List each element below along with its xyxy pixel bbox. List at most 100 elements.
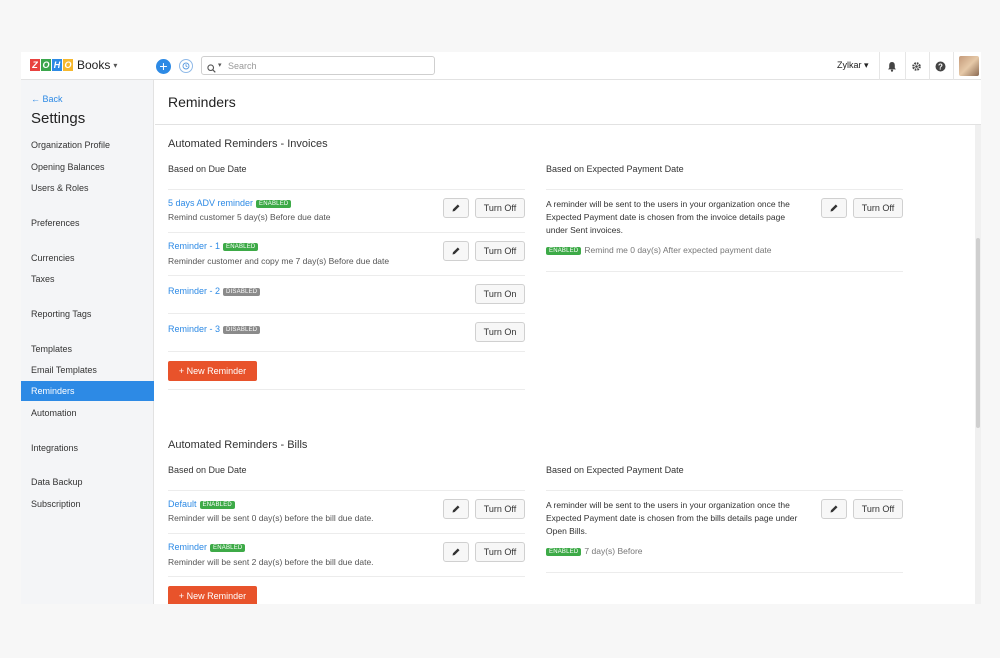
main-content: Reminders Automated Reminders - Invoices… — [155, 80, 981, 604]
edit-button[interactable] — [821, 499, 847, 519]
reminder-name: Reminder - 1 — [168, 241, 221, 251]
bill-reminder-1-row[interactable]: Default ENABLED — [168, 499, 235, 509]
sidebar-item-taxes[interactable]: Taxes — [21, 269, 154, 289]
divider — [168, 232, 525, 233]
settings-sidebar: ← Back Settings Organization Profile Ope… — [21, 80, 154, 604]
sidebar-item-currencies[interactable]: Currencies — [21, 248, 154, 268]
divider — [879, 52, 880, 80]
org-name: Zylkar — [837, 60, 862, 70]
search-filter-chevron-icon[interactable]: ▾ — [218, 61, 222, 69]
divider — [168, 313, 525, 314]
new-reminder-button[interactable]: + New Reminder — [168, 586, 257, 604]
reminder-name: Reminder — [168, 542, 208, 552]
zoho-books-logo[interactable]: Z O H O Books ▾ — [30, 58, 117, 72]
sidebar-item-integrations[interactable]: Integrations — [21, 438, 154, 458]
turn-off-button[interactable]: Turn Off — [475, 241, 525, 261]
turn-on-button[interactable]: Turn On — [475, 322, 525, 342]
divider — [905, 52, 906, 80]
search-icon — [207, 60, 216, 78]
new-reminder-button[interactable]: + New Reminder — [168, 361, 257, 381]
status-badge: ENABLED — [210, 544, 246, 552]
logo-letter-o2: O — [63, 59, 73, 71]
divider — [953, 52, 954, 80]
divider — [168, 389, 525, 390]
turn-off-button[interactable]: Turn Off — [475, 198, 525, 218]
page-title: Reminders — [168, 94, 236, 110]
sidebar-item-email-templates[interactable]: Email Templates — [21, 360, 154, 380]
divider — [168, 533, 525, 534]
reminder-description: Reminder customer and copy me 7 day(s) B… — [168, 256, 390, 266]
epd-status-text: Remind me 0 day(s) After expected paymen… — [584, 245, 772, 255]
edit-button[interactable] — [443, 499, 469, 519]
settings-title: Settings — [31, 110, 86, 127]
bills-due-date-heading: Based on Due Date — [168, 465, 247, 475]
invoice-reminder-3-row[interactable]: Reminder - 2 DISABLED — [168, 286, 261, 296]
pencil-icon — [830, 204, 838, 212]
edit-button[interactable] — [443, 198, 469, 218]
chevron-down-icon: ▾ — [113, 60, 118, 70]
bills-epd-heading: Based on Expected Payment Date — [546, 465, 684, 475]
status-badge: DISABLED — [223, 326, 261, 334]
bill-reminder-2-row[interactable]: Reminder ENABLED — [168, 542, 246, 552]
pencil-icon — [452, 204, 460, 212]
divider — [155, 124, 981, 125]
sidebar-item-reminders[interactable]: Reminders — [21, 381, 154, 401]
status-badge: ENABLED — [199, 501, 235, 509]
invoices-epd-heading: Based on Expected Payment Date — [546, 164, 684, 174]
plus-icon[interactable]: + — [156, 59, 171, 74]
invoice-reminder-1-row[interactable]: 5 days ADV reminder ENABLED — [168, 198, 292, 208]
sidebar-item-reporting-tags[interactable]: Reporting Tags — [21, 304, 154, 324]
status-badge: DISABLED — [223, 288, 261, 296]
search-input[interactable] — [228, 59, 428, 72]
top-bar: Z O H O Books ▾ + ▾ Zylkar ▾ ? — [21, 52, 981, 80]
reminder-description: Remind customer 5 day(s) Before due date — [168, 212, 331, 222]
status-badge: ENABLED — [223, 243, 259, 251]
scrollbar-thumb[interactable] — [976, 238, 980, 428]
turn-off-button[interactable]: Turn Off — [853, 198, 903, 218]
sidebar-item-users-roles[interactable]: Users & Roles — [21, 178, 154, 198]
svg-text:?: ? — [938, 62, 943, 71]
status-badge: ENABLED — [546, 247, 582, 255]
sidebar-item-automation[interactable]: Automation — [21, 403, 154, 423]
turn-on-button[interactable]: Turn On — [475, 284, 525, 304]
avatar[interactable] — [959, 56, 979, 76]
epd-status: ENABLED 7 day(s) Before — [546, 546, 643, 556]
divider — [546, 572, 903, 573]
gear-icon[interactable] — [910, 60, 922, 72]
sidebar-item-organization-profile[interactable]: Organization Profile — [21, 135, 154, 155]
invoice-reminder-2-row[interactable]: Reminder - 1 ENABLED — [168, 241, 259, 251]
edit-button[interactable] — [821, 198, 847, 218]
pencil-icon — [452, 548, 460, 556]
status-badge: ENABLED — [546, 548, 582, 556]
help-icon[interactable]: ? — [934, 60, 946, 72]
divider — [168, 351, 525, 352]
sidebar-item-subscription[interactable]: Subscription — [21, 494, 154, 514]
epd-status: ENABLED Remind me 0 day(s) After expected… — [546, 245, 772, 255]
org-switcher[interactable]: Zylkar ▾ — [837, 60, 869, 71]
reminder-name: Reminder - 3 — [168, 324, 221, 334]
sidebar-item-opening-balances[interactable]: Opening Balances — [21, 157, 154, 177]
sidebar-item-preferences[interactable]: Preferences — [21, 213, 154, 233]
invoice-reminder-4-row[interactable]: Reminder - 3 DISABLED — [168, 324, 261, 334]
search-box[interactable]: ▾ — [201, 56, 435, 75]
divider — [546, 189, 903, 190]
turn-off-button[interactable]: Turn Off — [853, 499, 903, 519]
divider — [168, 189, 525, 190]
divider — [546, 490, 903, 491]
back-link[interactable]: ← Back — [31, 94, 63, 104]
sidebar-item-templates[interactable]: Templates — [21, 339, 154, 359]
bell-icon[interactable] — [886, 60, 898, 72]
turn-off-button[interactable]: Turn Off — [475, 499, 525, 519]
edit-button[interactable] — [443, 542, 469, 562]
divider — [929, 52, 930, 80]
reminder-name: Reminder - 2 — [168, 286, 221, 296]
divider — [546, 271, 903, 272]
epd-description: A reminder will be sent to the users in … — [546, 500, 798, 536]
turn-off-button[interactable]: Turn Off — [475, 542, 525, 562]
edit-button[interactable] — [443, 241, 469, 261]
history-icon[interactable] — [179, 59, 193, 73]
epd-description: A reminder will be sent to the users in … — [546, 199, 790, 235]
sidebar-item-data-backup[interactable]: Data Backup — [21, 472, 154, 492]
epd-status-text: 7 day(s) Before — [584, 546, 643, 556]
invoices-section-title: Automated Reminders - Invoices — [168, 138, 328, 150]
